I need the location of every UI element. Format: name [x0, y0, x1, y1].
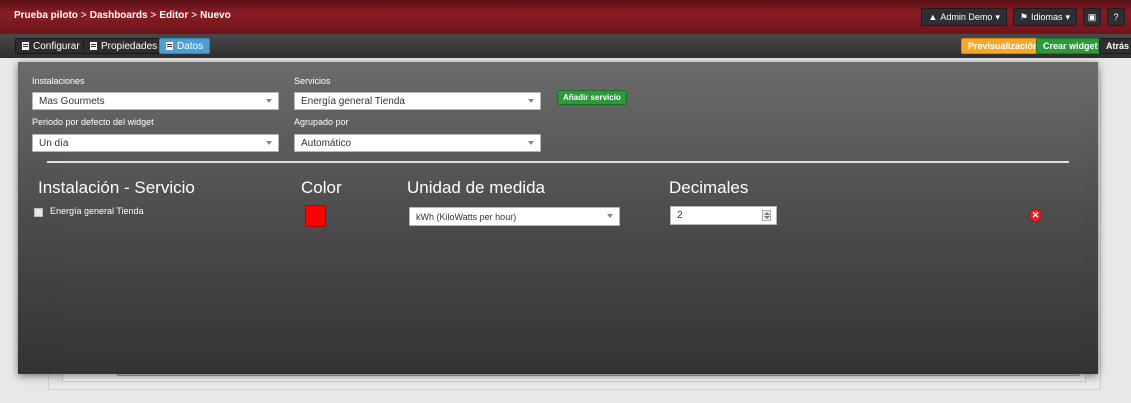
header-actions: ▲ Admin Demo ▾ ⚑ Idiomas ▾ ▣ ?	[921, 8, 1125, 26]
user-menu-label: Admin Demo	[940, 12, 993, 22]
services-label: Servicios	[294, 76, 331, 86]
grouped-label: Agrupado por	[294, 117, 349, 127]
chevron-down-icon	[607, 214, 613, 218]
service-checkbox[interactable]	[34, 208, 43, 217]
chevron-down-icon	[266, 99, 272, 103]
tab-label: Datos	[177, 40, 204, 52]
installations-select[interactable]: Mas Gourmets	[32, 92, 279, 110]
close-icon: ✕	[1031, 210, 1040, 220]
document-icon	[166, 42, 173, 50]
window-button[interactable]: ▣	[1083, 8, 1101, 26]
installations-value: Mas Gourmets	[39, 95, 105, 107]
breadcrumb: Prueba piloto > Dashboards > Editor > Nuevo	[14, 10, 231, 21]
breadcrumb-separator: >	[80, 10, 87, 21]
caret-down-icon: ▾	[995, 11, 1000, 22]
breadcrumb-separator: >	[150, 10, 157, 21]
column-header-unit: Unidad de medida	[407, 178, 545, 197]
language-menu-label: Idiomas	[1030, 12, 1063, 22]
tab-label: Configurar	[33, 40, 80, 52]
flag-icon: ⚑	[1019, 11, 1028, 22]
breadcrumb-item-editor[interactable]: Editor	[159, 10, 188, 21]
data-settings-panel: Instalaciones Mas Gourmets Servicios Ene…	[18, 62, 1098, 374]
help-label: ?	[1113, 12, 1119, 22]
window-icon: ▣	[1087, 11, 1097, 22]
unit-value: kWh (KiloWatts per hour)	[416, 211, 517, 222]
decimals-value: 2	[677, 210, 683, 221]
caret-down-icon: ▾	[1065, 11, 1070, 22]
breadcrumb-item-project[interactable]: Prueba piloto	[14, 10, 78, 21]
service-row-label: Energía general Tienda	[50, 206, 144, 216]
period-label: Periodo por defecto del widget	[32, 117, 154, 127]
chevron-down-icon	[266, 141, 272, 145]
user-icon: ▲	[928, 12, 938, 22]
chevron-down-icon	[528, 99, 534, 103]
document-icon	[90, 42, 97, 50]
stepper-icon[interactable]	[762, 210, 771, 221]
tab-configurar[interactable]: Configurar	[15, 38, 87, 54]
chevron-down-icon	[528, 141, 534, 145]
back-button[interactable]: Atrás	[1099, 38, 1131, 54]
color-swatch[interactable]	[305, 205, 326, 227]
help-button[interactable]: ?	[1107, 8, 1125, 26]
tab-datos[interactable]: Datos	[159, 38, 211, 54]
divider	[47, 161, 1069, 163]
editor-toolbar: Configurar Propiedades Datos Previsualiz…	[0, 34, 1131, 58]
user-menu-button[interactable]: ▲ Admin Demo ▾	[921, 8, 1007, 26]
grouped-select[interactable]: Automático	[294, 134, 541, 152]
services-value: Energía general Tienda	[301, 95, 405, 107]
unit-select[interactable]: kWh (KiloWatts per hour)	[409, 207, 620, 226]
document-icon	[22, 42, 29, 50]
installations-label: Instalaciones	[32, 76, 85, 86]
add-service-button[interactable]: Añadir servicio	[557, 90, 627, 105]
breadcrumb-item-dashboards[interactable]: Dashboards	[90, 10, 148, 21]
column-header-decimals: Decimales	[669, 178, 749, 197]
tab-propiedades[interactable]: Propiedades	[83, 38, 165, 54]
remove-service-button[interactable]: ✕	[1029, 209, 1042, 222]
column-header-color: Color	[301, 178, 342, 197]
preview-button[interactable]: Previsualización	[961, 38, 1046, 54]
top-header: Prueba piloto > Dashboards > Editor > Nuevo ▲ …	[0, 0, 1131, 34]
period-value: Un día	[39, 137, 69, 149]
decimals-input[interactable]: 2	[670, 206, 777, 225]
column-header-service: Instalación - Servicio	[38, 178, 195, 197]
create-widget-button[interactable]: Crear widget	[1036, 38, 1105, 54]
breadcrumb-separator: >	[191, 10, 198, 21]
language-menu-button[interactable]: ⚑ Idiomas ▾	[1012, 8, 1077, 26]
services-select[interactable]: Energía general Tienda	[294, 92, 541, 110]
period-select[interactable]: Un día	[32, 134, 279, 152]
grouped-value: Automático	[301, 137, 352, 149]
breadcrumb-item-current: Nuevo	[200, 10, 231, 21]
tab-label: Propiedades	[101, 40, 158, 52]
